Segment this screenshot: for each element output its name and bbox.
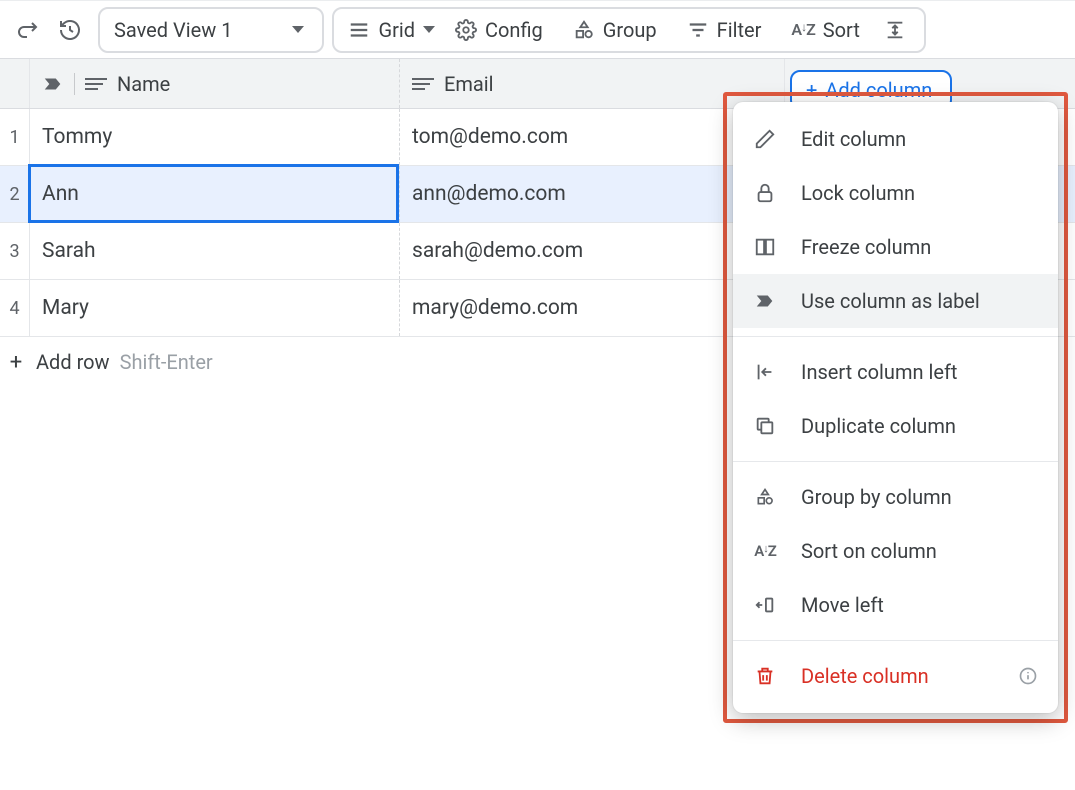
grid-icon [348,19,370,41]
group-icon [751,487,779,507]
config-label: Config [485,18,543,42]
add-row-label: Add row [36,350,110,374]
gear-icon [455,19,477,41]
row-number-header [0,59,30,108]
trash-icon [751,665,779,687]
menu-freeze-column[interactable]: Freeze column [733,220,1058,274]
row-number: 2 [0,166,30,222]
insert-left-icon [751,361,779,383]
menu-lock-column[interactable]: Lock column [733,166,1058,220]
cell-value: sarah@demo.com [412,239,583,263]
cell-value: Tommy [42,125,112,149]
row-height-icon [884,19,906,41]
menu-item-label: Duplicate column [801,414,956,438]
menu-item-label: Insert column left [801,360,957,384]
sort-az-icon: A↓Z [751,542,779,560]
sort-az-icon: A↓Z [791,20,814,39]
menu-item-label: Use column as label [801,289,980,313]
filter-button[interactable]: Filter [677,7,772,53]
column-name-label: Name [117,72,170,96]
group-icon [573,19,595,41]
history-button[interactable] [50,10,90,50]
menu-insert-column-left[interactable]: Insert column left [733,345,1058,399]
add-row-hint: Shift-Enter [120,350,213,374]
label-arrow-icon [42,73,64,95]
row-number: 4 [0,280,30,336]
sort-button[interactable]: A↓Z Sort [781,7,869,53]
freeze-icon [751,236,779,258]
annotation-highlight: Edit column Lock column Freeze column Us… [723,92,1068,723]
pencil-icon [751,128,779,150]
group-button[interactable]: Group [563,7,667,53]
menu-item-label: Lock column [801,181,915,205]
chevron-down-icon [423,26,435,33]
column-context-menu: Edit column Lock column Freeze column Us… [733,102,1058,713]
duplicate-icon [751,415,779,437]
redo-button[interactable] [8,10,48,50]
menu-move-left[interactable]: Move left [733,578,1058,632]
menu-edit-column[interactable]: Edit column [733,112,1058,166]
sort-label: Sort [823,18,860,42]
column-header-name[interactable]: Name [30,59,400,108]
cell-value: Mary [42,296,89,320]
layout-dropdown[interactable]: Grid [348,7,435,53]
info-icon [1018,666,1038,686]
cell-value: Ann [42,182,79,206]
column-email-label: Email [444,72,494,96]
menu-item-label: Freeze column [801,235,931,259]
menu-item-label: Group by column [801,485,952,509]
cell-name[interactable]: Sarah [30,223,400,279]
menu-item-label: Move left [801,593,884,617]
label-arrow-icon [751,290,779,312]
row-number: 3 [0,223,30,279]
row-number: 1 [0,109,30,165]
menu-item-label: Delete column [801,664,929,688]
lock-icon [751,182,779,204]
saved-view-label: Saved View 1 [114,18,232,42]
chevron-down-icon [292,26,304,33]
menu-sort-on-column[interactable]: A↓Z Sort on column [733,524,1058,578]
group-label: Group [603,18,657,42]
cell-value: tom@demo.com [412,125,568,149]
text-type-icon [412,78,434,90]
text-type-icon [85,78,107,90]
config-button[interactable]: Config [445,7,553,53]
menu-duplicate-column[interactable]: Duplicate column [733,399,1058,453]
menu-item-label: Edit column [801,127,906,151]
plus-icon: + [6,350,26,375]
cell-name[interactable]: Mary [30,280,400,336]
menu-use-column-as-label[interactable]: Use column as label [733,274,1058,328]
layout-label: Grid [378,18,415,42]
toolbar-chip-group: Grid Config Group [332,7,925,53]
cell-value: mary@demo.com [412,296,578,320]
menu-delete-column[interactable]: Delete column [733,649,1058,703]
cell-name[interactable]: Ann [30,166,400,222]
filter-label: Filter [717,18,762,42]
menu-item-label: Sort on column [801,539,937,563]
cell-value: Sarah [42,239,96,263]
cell-name[interactable]: Tommy [30,109,400,165]
menu-group-by-column[interactable]: Group by column [733,470,1058,524]
move-left-icon [751,594,779,616]
filter-icon [687,19,709,41]
saved-view-dropdown[interactable]: Saved View 1 [98,7,324,53]
cell-value: ann@demo.com [412,182,566,206]
row-height-button[interactable] [880,7,910,53]
toolbar: Saved View 1 Grid Config [0,0,1075,58]
